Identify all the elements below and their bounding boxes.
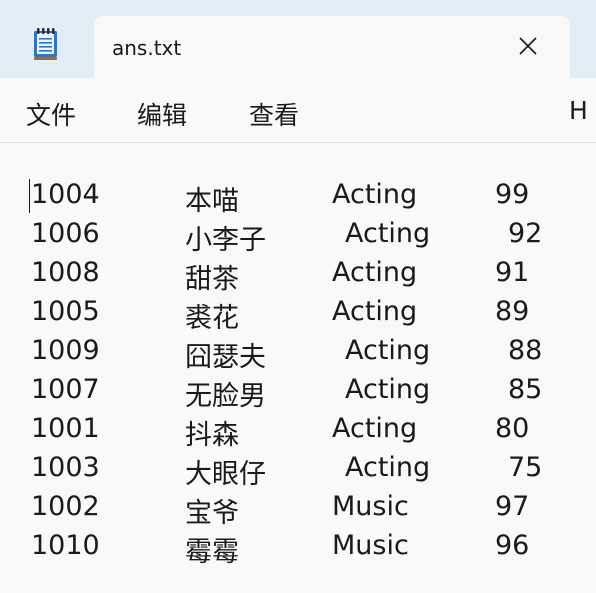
line-name: 霉霉 [185,537,239,568]
line-category: Acting [332,296,418,327]
notepad-icon [33,27,58,61]
tab-ans-txt[interactable]: ans.txt [94,16,570,78]
line-name: 本喵 [185,186,239,217]
text-line: 1010 霉霉 Music 96 [0,530,596,569]
menu-more-truncated[interactable]: H [569,96,588,125]
line-id: 1009 [31,335,100,366]
line-id: 1005 [31,296,100,327]
tab-title: ans.txt [112,36,182,60]
line-score: 99 [495,179,530,210]
line-category: Acting [332,413,418,444]
line-name: 裘花 [185,303,239,334]
line-score: 80 [495,413,530,444]
line-category: Acting [345,452,431,483]
line-category: Acting [332,257,418,288]
line-category: Acting [345,335,431,366]
notepad-window: ans.txt 文件 编辑 查看 H 1004 本喵 Acting 99 100… [0,0,596,593]
line-category: Music [332,491,409,522]
line-name: 甜茶 [185,264,239,295]
text-line: 1006 小李子 Acting 92 [0,218,596,257]
text-line: 1005 裘花 Acting 89 [0,296,596,335]
line-id: 1004 [31,179,100,210]
menu-view[interactable]: 查看 [249,96,299,132]
line-score: 97 [495,491,530,522]
line-id: 1006 [31,218,100,249]
line-score: 75 [508,452,543,483]
text-line: 1008 甜茶 Acting 91 [0,257,596,296]
text-line: 1002 宝爷 Music 97 [0,491,596,530]
line-score: 96 [495,530,530,561]
text-line: 1001 抖森 Acting 80 [0,413,596,452]
text-editor[interactable]: 1004 本喵 Acting 99 1006 小李子 Acting 92 100… [0,143,596,593]
line-name: 宝爷 [185,498,239,529]
line-category: Music [332,530,409,561]
close-icon[interactable] [516,34,540,58]
title-bar: ans.txt [0,0,596,78]
line-id: 1008 [31,257,100,288]
line-category: Acting [345,218,431,249]
text-line: 1003 大眼仔 Acting 75 [0,452,596,491]
menu-bar: 文件 编辑 查看 H [0,78,596,143]
line-id: 1010 [31,530,100,561]
line-score: 88 [508,335,543,366]
line-name: 无脸男 [185,381,266,412]
line-id: 1001 [31,413,100,444]
text-line: 1004 本喵 Acting 99 [0,179,596,218]
line-category: Acting [332,179,418,210]
menu-file[interactable]: 文件 [26,96,76,132]
line-score: 91 [495,257,530,288]
line-category: Acting [345,374,431,405]
line-name: 囧瑟夫 [185,342,266,373]
line-score: 89 [495,296,530,327]
line-id: 1007 [31,374,100,405]
line-name: 大眼仔 [185,459,266,490]
line-score: 92 [508,218,543,249]
line-id: 1002 [31,491,100,522]
menu-edit[interactable]: 编辑 [137,96,187,132]
line-id: 1003 [31,452,100,483]
text-line: 1007 无脸男 Acting 85 [0,374,596,413]
line-name: 抖森 [185,420,239,451]
text-line: 1009 囧瑟夫 Acting 88 [0,335,596,374]
line-score: 85 [508,374,543,405]
line-name: 小李子 [185,225,266,256]
